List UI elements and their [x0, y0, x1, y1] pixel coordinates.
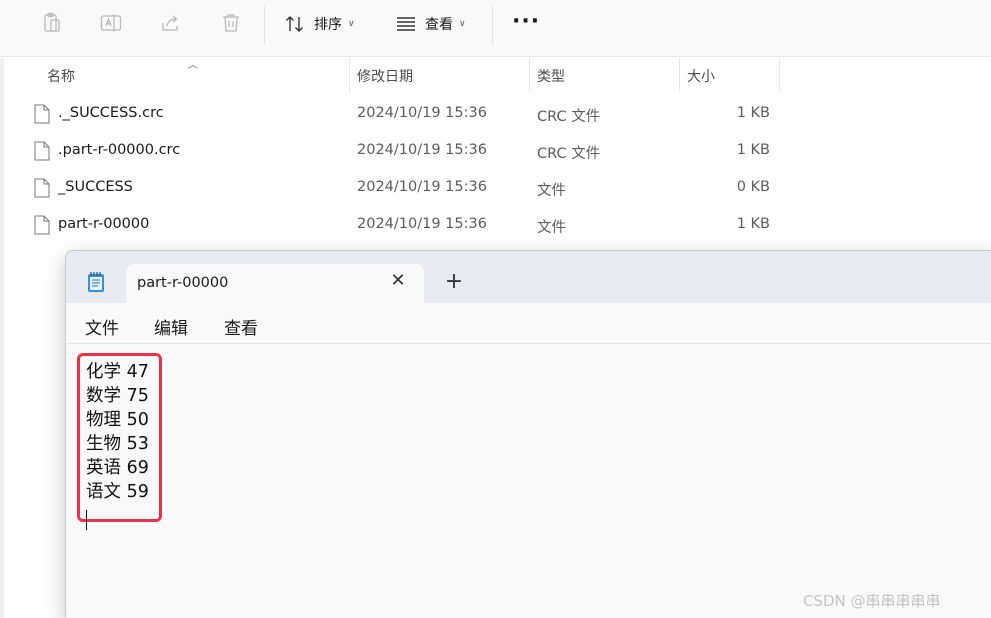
column-header-date[interactable]: 修改日期 — [349, 58, 529, 91]
text-caret — [86, 510, 87, 530]
chevron-down-icon: ∨ — [348, 19, 355, 29]
file-size: 1 KB — [736, 216, 770, 232]
column-header-type[interactable]: 类型 — [529, 58, 679, 91]
delete-icon[interactable] — [219, 11, 243, 35]
navigation-pane-edge — [0, 58, 4, 618]
text-line: 化学 47 — [86, 362, 149, 382]
column-header-name[interactable]: 名称 — [39, 58, 349, 91]
sort-label: 排序 — [314, 17, 342, 33]
file-date: 2024/10/19 15:36 — [357, 105, 487, 121]
watermark: CSDN @串串串串串 — [803, 592, 941, 610]
sort-button[interactable]: 排序 ∨ — [284, 11, 355, 37]
file-icon — [34, 178, 50, 198]
command-bar: 排序 ∨ 查看 ∨ ··· — [0, 0, 991, 57]
file-name: _SUCCESS — [58, 179, 133, 195]
paste-icon[interactable] — [40, 11, 64, 35]
file-icon — [34, 141, 50, 161]
text-line: 语文 59 — [86, 482, 149, 502]
text-line: 生物 53 — [86, 434, 149, 454]
tab-title: part-r-00000 — [137, 275, 229, 291]
file-size: 1 KB — [736, 142, 770, 158]
view-button[interactable]: 查看 ∨ — [395, 11, 466, 37]
toolbar-separator — [264, 6, 265, 44]
file-icon — [34, 215, 50, 235]
menu-view[interactable]: 查看 — [224, 314, 258, 339]
rename-icon[interactable] — [99, 11, 123, 35]
new-tab-button[interactable]: + — [443, 271, 465, 294]
file-row[interactable]: _SUCCESS 2024/10/19 15:36 文件 0 KB — [30, 170, 790, 207]
text-content: 化学 47 数学 75 物理 50 生物 53 英语 69 语文 59 — [86, 360, 149, 504]
sort-icon — [284, 13, 306, 35]
file-date: 2024/10/19 15:36 — [357, 142, 487, 158]
tab-part-r-00000[interactable]: part-r-00000 ✕ — [126, 264, 424, 304]
text-editor[interactable]: 化学 47 数学 75 物理 50 生物 53 英语 69 语文 59 — [66, 345, 991, 618]
chevron-down-icon: ∨ — [459, 19, 466, 29]
text-line: 英语 69 — [86, 458, 149, 478]
file-icon — [34, 104, 50, 124]
more-options-button[interactable]: ··· — [512, 11, 540, 33]
file-name: .part-r-00000.crc — [58, 142, 181, 158]
share-icon[interactable] — [159, 11, 183, 35]
file-type: 文件 — [537, 183, 566, 199]
menu-file[interactable]: 文件 — [85, 314, 119, 339]
column-divider[interactable] — [779, 58, 780, 91]
text-line: 物理 50 — [86, 410, 149, 430]
file-name: ._SUCCESS.crc — [58, 105, 164, 121]
file-row[interactable]: ._SUCCESS.crc 2024/10/19 15:36 CRC 文件 1 … — [30, 96, 790, 133]
file-type: 文件 — [537, 220, 566, 236]
file-row[interactable]: .part-r-00000.crc 2024/10/19 15:36 CRC 文… — [30, 133, 790, 170]
notepad-window: part-r-00000 ✕ + 文件 编辑 查看 化学 47 数学 75 物理… — [65, 250, 991, 618]
close-tab-icon[interactable]: ✕ — [388, 271, 408, 291]
file-date: 2024/10/19 15:36 — [357, 216, 487, 232]
file-date: 2024/10/19 15:36 — [357, 179, 487, 195]
file-row[interactable]: part-r-00000 2024/10/19 15:36 文件 1 KB — [30, 207, 790, 244]
text-line: 数学 75 — [86, 386, 149, 406]
file-type: CRC 文件 — [537, 146, 601, 162]
menu-edit[interactable]: 编辑 — [154, 314, 188, 339]
file-size: 1 KB — [736, 105, 770, 121]
notepad-app-icon — [88, 272, 104, 292]
file-size: 0 KB — [736, 179, 770, 195]
view-label: 查看 — [425, 17, 453, 33]
notepad-menubar: 文件 编辑 查看 — [66, 303, 991, 344]
column-header-size[interactable]: 大小 — [679, 58, 779, 91]
notepad-titlebar[interactable]: part-r-00000 ✕ + — [66, 251, 991, 304]
toolbar-separator — [492, 6, 493, 44]
file-type: CRC 文件 — [537, 109, 601, 125]
file-name: part-r-00000 — [58, 216, 150, 232]
view-list-icon — [395, 13, 417, 35]
